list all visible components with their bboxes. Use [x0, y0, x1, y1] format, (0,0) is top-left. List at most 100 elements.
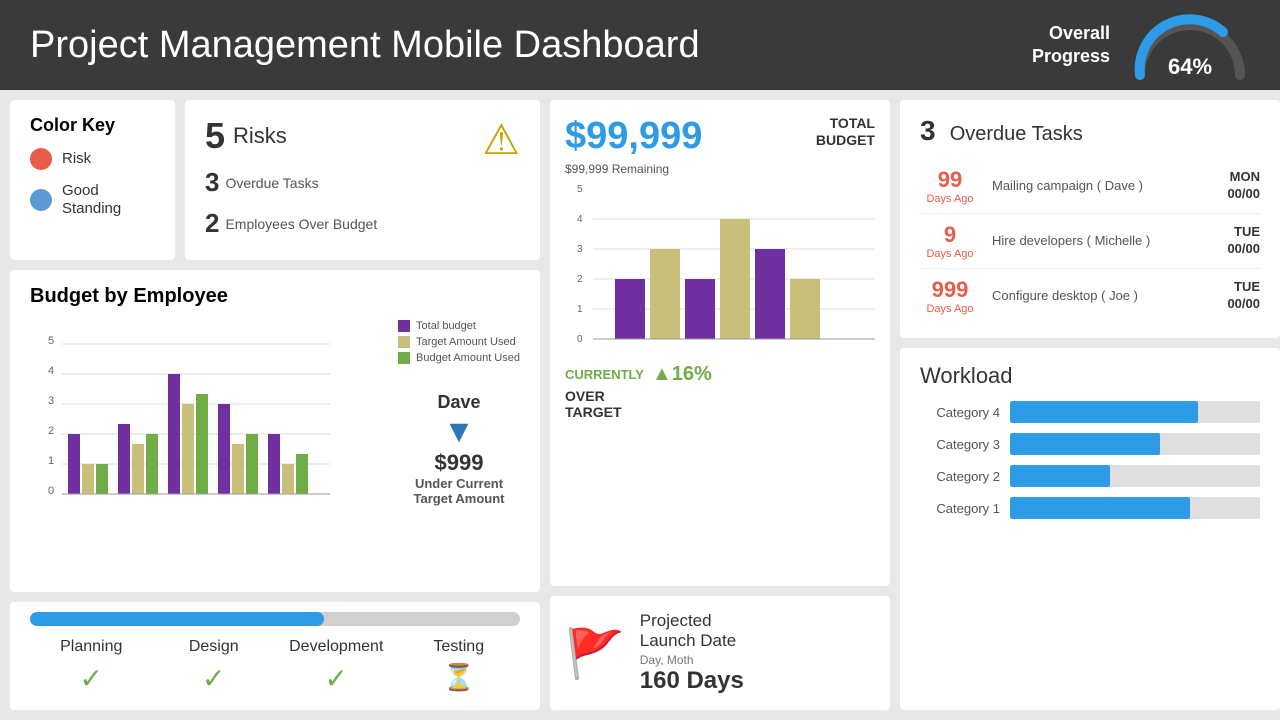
launch-date-label: Day, Moth [640, 653, 744, 667]
days-num-1: 99 [920, 167, 980, 193]
overdue-header-label: Overdue Tasks [950, 123, 1083, 145]
currently-label: CURRENTLY [565, 367, 644, 382]
risk-dot [30, 148, 52, 170]
dave-name: Dave [438, 392, 481, 413]
color-key-title: Color Key [30, 115, 155, 136]
stage-testing-hourglass: ⏳ [398, 662, 521, 693]
overdue-num: 3 [205, 167, 219, 198]
stage-development-check: ✓ [275, 662, 398, 695]
currently-row: CURRENTLY ▲16% [565, 363, 875, 386]
workload-bar-outer-cat4 [1010, 401, 1260, 423]
budget-title: Budget by Employee [30, 285, 520, 308]
workload-label-cat1: Category 1 [920, 501, 1000, 516]
workload-title: Workload [920, 363, 1260, 389]
days-ago-1: 99 Days Ago [920, 167, 980, 205]
overdue-row-1: 99 Days Ago Mailing campaign ( Dave ) MO… [920, 159, 1260, 214]
budget-content: 0 1 2 3 4 5 [30, 316, 520, 506]
legend-green-swatch [398, 352, 410, 364]
stage-testing-label: Testing [398, 638, 521, 656]
overdue-label: Overdue Tasks [225, 175, 318, 191]
workload-row-cat2: Category 2 [920, 465, 1260, 487]
overdue-row-2: 9 Days Ago Hire developers ( Michelle ) … [920, 214, 1260, 269]
legend-budget: Budget Amount Used [398, 352, 520, 364]
dave-section: Dave ▼ $999 Under CurrentTarget Amount [398, 392, 520, 506]
top-row: Color Key Risk GoodStanding 5 Risks ⚠ [10, 100, 540, 260]
days-ago-3: 999 Days Ago [920, 277, 980, 315]
svg-text:4: 4 [577, 214, 583, 225]
employee-bar-chart: 0 1 2 3 4 5 [30, 316, 340, 501]
header: Project Management Mobile Dashboard Over… [0, 0, 1280, 90]
gauge-percent: 64% [1168, 54, 1212, 80]
svg-text:1: 1 [48, 455, 54, 467]
workload-bar-inner-cat3 [1010, 433, 1160, 455]
risks-number: 5 [205, 115, 225, 157]
legend-total-label: Total budget [416, 320, 476, 332]
stage-planning-check: ✓ [30, 662, 153, 695]
overdue-row-3: 999 Days Ago Configure desktop ( Joe ) T… [920, 269, 1260, 323]
dave-arrow-icon: ▼ [443, 413, 475, 450]
task-date-2: TUE00/00 [1227, 224, 1260, 258]
workload-bar-outer-cat1 [1010, 497, 1260, 519]
svg-text:4: 4 [48, 365, 54, 377]
workload-label-cat4: Category 4 [920, 405, 1000, 420]
stage-development-label: Development [275, 638, 398, 656]
launch-title: ProjectedLaunch Date [640, 611, 744, 651]
good-dot [30, 189, 52, 211]
svg-text:2: 2 [48, 425, 54, 437]
over-budget-label: Employees Over Budget [225, 216, 377, 232]
workload-row-cat1: Category 1 [920, 497, 1260, 519]
remaining-text: $99,999 Remaining [565, 162, 875, 176]
legend-tan-swatch [398, 336, 410, 348]
total-budget-label-area: TOTALBUDGET [816, 115, 875, 149]
gauge-container: 64% [1130, 10, 1250, 80]
big-amount: $99,999 [565, 115, 702, 158]
days-label-2: Days Ago [920, 248, 980, 260]
stage-planning-label: Planning [30, 638, 153, 656]
workload-bar-inner-cat2 [1010, 465, 1110, 487]
stage-planning: Planning ✓ [30, 638, 153, 695]
bar-chart-area: 0 1 2 3 4 5 [30, 316, 388, 506]
progress-bar-inner [30, 612, 324, 626]
progress-bar-outer [30, 612, 520, 626]
mid-column: $99,999 TOTALBUDGET $99,999 Remaining 0 … [550, 100, 890, 710]
workload-bar-inner-cat1 [1010, 497, 1190, 519]
workload-bar-inner-cat4 [1010, 401, 1198, 423]
currently-section: CURRENTLY ▲16% OVERTARGET [565, 363, 875, 420]
risks-header: 5 Risks ⚠ [205, 115, 520, 157]
days-num-3: 999 [920, 277, 980, 303]
task-name-2: Hire developers ( Michelle ) [992, 233, 1215, 250]
budget-right-panel: Total budget Target Amount Used Budget A… [398, 316, 520, 506]
budget-top-row: $99,999 TOTALBUDGET [565, 115, 875, 158]
svg-text:3: 3 [577, 244, 583, 255]
task-date-3: TUE00/00 [1227, 279, 1260, 313]
header-right: OverallProgress 64% [1032, 10, 1250, 80]
launch-card: 🚩 ProjectedLaunch Date Day, Moth 160 Day… [550, 596, 890, 710]
over-target-label: OVERTARGET [565, 388, 875, 420]
task-date-1: MON00/00 [1227, 169, 1260, 203]
budget-legend: Total budget Target Amount Used Budget A… [398, 320, 520, 364]
workload-bar-outer-cat3 [1010, 433, 1260, 455]
color-key-card: Color Key Risk GoodStanding [10, 100, 175, 260]
risk-label: Risk [62, 150, 91, 168]
stage-design-label: Design [153, 638, 276, 656]
currently-pct: ▲16% [652, 363, 712, 386]
legend-target-label: Target Amount Used [416, 336, 516, 348]
days-label-1: Days Ago [920, 193, 980, 205]
page-title: Project Management Mobile Dashboard [30, 24, 700, 67]
stage-testing: Testing ⏳ [398, 638, 521, 695]
legend-total: Total budget [398, 320, 520, 332]
launch-days: 160 Days [640, 667, 744, 695]
overall-progress-label: OverallProgress [1032, 22, 1110, 69]
days-label-3: Days Ago [920, 303, 980, 315]
workload-label-cat3: Category 3 [920, 437, 1000, 452]
good-label: GoodStanding [62, 182, 121, 218]
task-name-1: Mailing campaign ( Dave ) [992, 178, 1215, 195]
key-item-good: GoodStanding [30, 182, 155, 218]
warning-icon: ⚠ [482, 116, 520, 163]
risks-card: 5 Risks ⚠ 3 Overdue Tasks 2 Employees Ov… [185, 100, 540, 260]
progress-stages: Planning ✓ Design ✓ Development ✓ Testin… [30, 638, 520, 695]
overdue-tasks-row: 3 Overdue Tasks [205, 167, 520, 198]
overdue-card: 3 Overdue Tasks 99 Days Ago Mailing camp… [900, 100, 1280, 338]
workload-row-cat4: Category 4 [920, 401, 1260, 423]
workload-label-cat2: Category 2 [920, 469, 1000, 484]
